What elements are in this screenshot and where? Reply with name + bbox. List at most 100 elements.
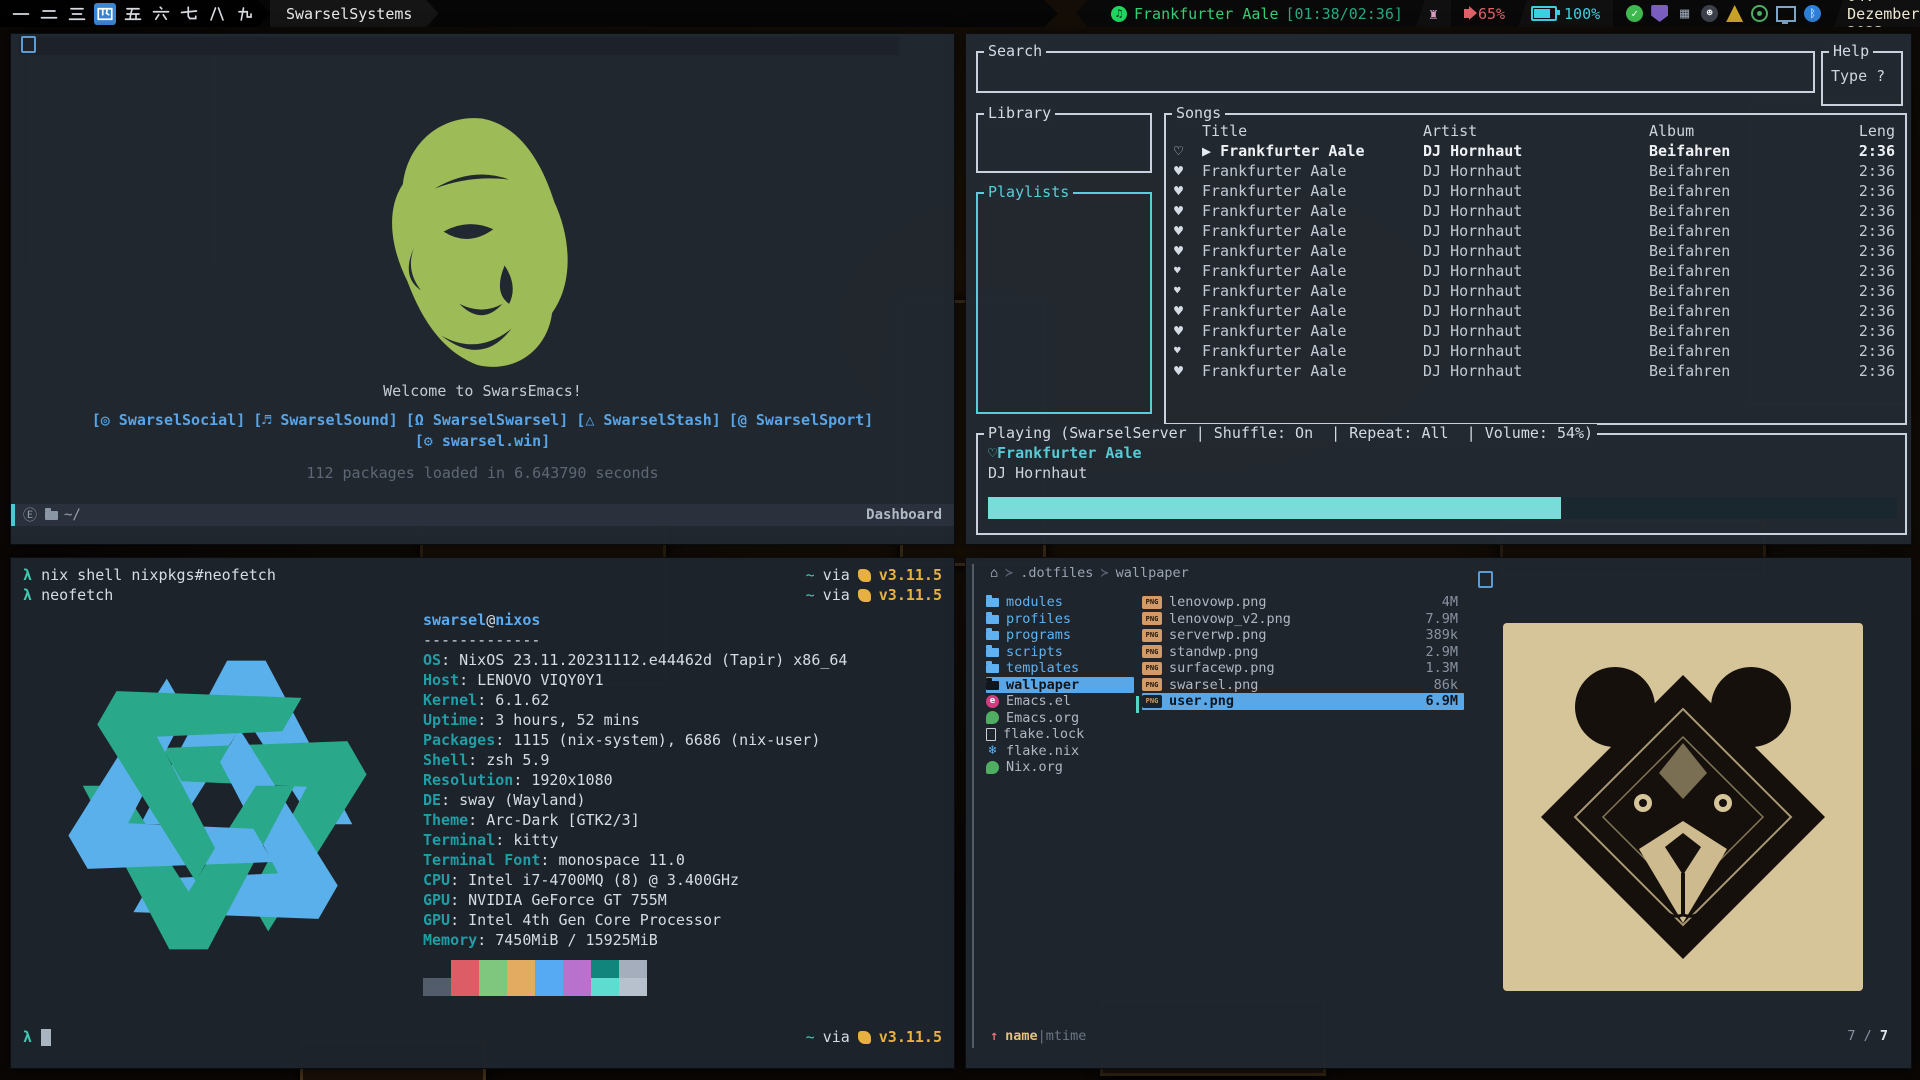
breadcrumb-part[interactable]: .dotfiles (1020, 565, 1093, 581)
favorite-heart-icon[interactable]: ♥ (1172, 321, 1202, 341)
dashboard-button[interactable]: [△ SwarselStash] (576, 411, 721, 429)
file-list-item[interactable]: Nix.org (986, 759, 1134, 776)
column-artist[interactable]: Artist (1423, 121, 1649, 141)
workspace-1[interactable] (10, 3, 32, 25)
home-icon[interactable]: ⌂ (990, 565, 998, 581)
workspace-switcher[interactable] (0, 0, 270, 27)
sort-field[interactable]: name (1005, 1028, 1038, 1044)
favorite-heart-icon[interactable]: ♥ (1172, 341, 1202, 361)
playlists-label: Playlists (984, 183, 1073, 201)
file-list-item[interactable]: PNG swarsel.png 86k (1142, 677, 1464, 694)
file-list-item[interactable]: PNG serverwp.png 389k (1142, 627, 1464, 644)
file-list-item[interactable]: PNG surfacewp.png 1.3M (1142, 660, 1464, 677)
vpn-icon[interactable] (1726, 5, 1743, 22)
column-length[interactable]: Leng (1849, 121, 1905, 141)
song-row[interactable]: ♥ Frankfurter Aale DJ Hornhaut Beifahren… (1172, 181, 1905, 201)
workspace-9[interactable] (234, 3, 256, 25)
song-row[interactable]: ♥ Frankfurter Aale DJ Hornhaut Beifahren… (1172, 341, 1905, 361)
favorite-heart-icon[interactable]: ♥ (1172, 201, 1202, 221)
file-list-item[interactable]: templates (986, 660, 1134, 677)
widgets-icon[interactable]: ▦ (1676, 5, 1693, 22)
workspace-6[interactable] (150, 3, 172, 25)
museum-module[interactable]: ♜ (1416, 0, 1451, 27)
favorite-heart-icon[interactable]: ♥ (1172, 241, 1202, 261)
file-list-item[interactable]: PNG user.png 6.9M (1142, 693, 1464, 710)
site-button[interactable]: [⚙ swarsel.win] (11, 432, 954, 450)
song-row[interactable]: ♥ Frankfurter Aale DJ Hornhaut Beifahren… (1172, 261, 1905, 281)
song-row[interactable]: ♥ Frankfurter Aale DJ Hornhaut Beifahren… (1172, 301, 1905, 321)
search-box[interactable]: Search (976, 51, 1815, 93)
now-playing-module[interactable]: ♫ Frankfurter Aale [01:38/02:36] (1098, 0, 1416, 27)
song-title: Frankfurter Aale (1202, 281, 1423, 301)
dashboard-button[interactable]: [@ SwarselSport] (729, 411, 874, 429)
file-list-item[interactable]: programs (986, 627, 1134, 644)
file-list-item[interactable]: Emacs.org (986, 710, 1134, 727)
file-list-item[interactable]: scripts (986, 644, 1134, 661)
song-row[interactable]: ♥ Frankfurter Aale DJ Hornhaut Beifahren… (1172, 361, 1905, 381)
bluetooth-icon[interactable]: ᛒ (1804, 5, 1821, 22)
song-row[interactable]: ♥ Frankfurter Aale DJ Hornhaut Beifahren… (1172, 161, 1905, 181)
song-artist: DJ Hornhaut (1423, 181, 1649, 201)
file-list-item[interactable]: profiles (986, 611, 1134, 628)
song-album: Beifahren (1649, 321, 1849, 341)
workspace-5[interactable] (122, 3, 144, 25)
songs-box: Songs Title Artist Album Leng ♡ ▶ Frankf… (1164, 113, 1907, 425)
file-name: flake.nix (1006, 743, 1134, 760)
song-row[interactable]: ♡ ▶ Frankfurter Aale DJ Hornhaut Beifahr… (1172, 141, 1905, 161)
display-icon[interactable] (1776, 6, 1796, 22)
file-list-item[interactable]: PNG standwp.png 2.9M (1142, 644, 1464, 661)
favorite-heart-icon[interactable]: ♥ (1172, 161, 1202, 181)
file-list-item[interactable]: PNG lenovowp_v2.png 7.9M (1142, 611, 1464, 628)
file-list-item[interactable]: wallpaper (986, 677, 1134, 694)
file-list-item[interactable]: PNG lenovowp.png 4M (1142, 594, 1464, 611)
song-row[interactable]: ♥ Frankfurter Aale DJ Hornhaut Beifahren… (1172, 221, 1905, 241)
song-row[interactable]: ♥ Frankfurter Aale DJ Hornhaut Beifahren… (1172, 281, 1905, 301)
favorite-heart-icon[interactable]: ♥ (1172, 221, 1202, 241)
emacs-tab-bar[interactable] (19, 37, 899, 55)
scrollbar[interactable] (1136, 696, 1139, 713)
dashboard-button[interactable]: [Ω SwarselSwarsel] (406, 411, 569, 429)
song-row[interactable]: ♥ Frankfurter Aale DJ Hornhaut Beifahren… (1172, 321, 1905, 341)
neofetch-field: Host: LENOVO VIQY0Y1 (423, 670, 847, 690)
favorite-heart-icon[interactable]: ♥ (1172, 361, 1202, 381)
parent-directory-list: modules profiles programs scripts templa… (986, 594, 1134, 776)
workspace-8[interactable] (206, 3, 228, 25)
search-input[interactable] (978, 53, 1813, 91)
workspace-7[interactable] (178, 3, 200, 25)
dashboard-button[interactable]: [◎ SwarselSocial] (92, 411, 246, 429)
file-list-item[interactable]: ❄ flake.nix (986, 743, 1134, 760)
favorite-heart-icon[interactable]: ♡ (1172, 141, 1202, 161)
volume-module[interactable]: 65% (1451, 0, 1518, 27)
file-list-item[interactable]: e Emacs.el (986, 693, 1134, 710)
song-artist: DJ Hornhaut (1423, 341, 1649, 361)
syncthing-icon[interactable] (1751, 5, 1768, 22)
favorite-heart-icon[interactable]: ♥ (1172, 261, 1202, 281)
workspace-3[interactable] (66, 3, 88, 25)
file-list-item[interactable]: flake.lock (986, 726, 1134, 743)
dashboard-button[interactable]: [♬ SwarselSound] (253, 411, 398, 429)
workspace-4[interactable] (94, 3, 116, 25)
heart-outline-icon[interactable]: ♡ (988, 444, 997, 462)
system-tray[interactable]: ✓ ▦ ☻ ᛒ (1613, 0, 1834, 27)
progress-bar-track[interactable] (988, 497, 1897, 519)
shell-prompt-line[interactable]: λ (23, 1028, 51, 1046)
song-row[interactable]: ♥ Frankfurter Aale DJ Hornhaut Beifahren… (1172, 201, 1905, 221)
swarsel-face-logo (367, 114, 597, 374)
favorite-heart-icon[interactable]: ♥ (1172, 301, 1202, 321)
breadcrumb[interactable]: ⌂≻.dotfiles≻wallpaper (990, 565, 1189, 581)
file-name: profiles (1006, 611, 1134, 628)
column-album[interactable]: Album (1649, 121, 1849, 141)
favorite-heart-icon[interactable]: ♥ (1172, 281, 1202, 301)
battery-module[interactable]: 100% (1518, 0, 1613, 27)
bitwarden-icon[interactable] (1651, 5, 1668, 22)
workspace-2[interactable] (38, 3, 60, 25)
breadcrumb-part[interactable]: wallpaper (1116, 565, 1189, 581)
discord-icon[interactable]: ☻ (1701, 5, 1718, 22)
favorite-heart-icon[interactable]: ♥ (1172, 181, 1202, 201)
checkmark-icon[interactable]: ✓ (1626, 5, 1643, 22)
column-title[interactable]: Title (1202, 121, 1423, 141)
sort-alt-field[interactable]: mtime (1046, 1028, 1087, 1044)
song-row[interactable]: ♥ Frankfurter Aale DJ Hornhaut Beifahren… (1172, 241, 1905, 261)
file-list-item[interactable]: modules (986, 594, 1134, 611)
sort-direction-icon[interactable]: ↑ (990, 1028, 998, 1044)
